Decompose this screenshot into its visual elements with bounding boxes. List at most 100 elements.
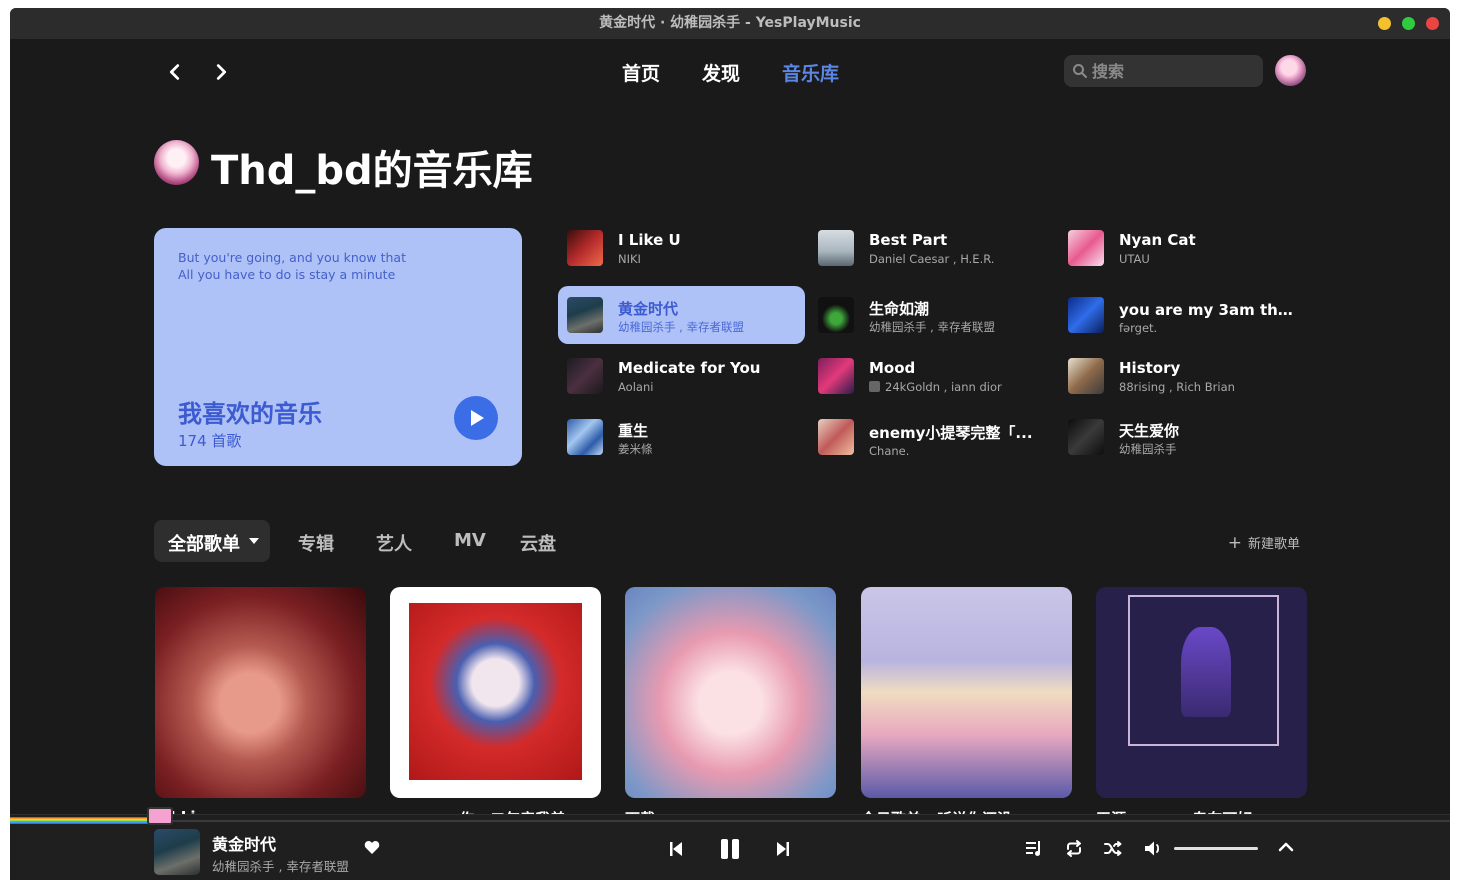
player-bar: 黄金时代 幼稚园杀手 , 幸存者联盟 <box>10 807 1450 880</box>
track-artist[interactable]: 88rising , Rich Brian <box>1119 380 1299 394</box>
album-artwork <box>409 603 582 780</box>
expand-lyrics-chevron-up-icon[interactable] <box>1278 841 1294 853</box>
track-cover <box>818 419 854 455</box>
tab-cloud-disk[interactable]: 云盘 <box>520 530 556 556</box>
track-artist[interactable]: Chane. <box>869 444 1049 458</box>
album-figure <box>1181 627 1231 717</box>
previous-track-icon[interactable] <box>669 841 683 857</box>
now-playing-artist[interactable]: 幼稚园杀手 , 幸存者联盟 <box>212 856 349 875</box>
track-cover <box>1068 358 1104 394</box>
pause-icon[interactable] <box>718 837 742 861</box>
track-item[interactable]: 生命如潮 幼稚园杀手 , 幸存者联盟 <box>809 286 1056 344</box>
now-playing-cover[interactable] <box>154 829 200 875</box>
track-item[interactable]: 天生爱你 幼稚园杀手 <box>1059 408 1306 466</box>
track-artist[interactable]: UTAU <box>1119 252 1299 266</box>
track-item[interactable]: Best Part Daniel Caesar , H.E.R. <box>809 219 1056 277</box>
tab-mv[interactable]: MV <box>454 530 486 551</box>
library-avatar <box>154 140 199 185</box>
explicit-icon <box>869 381 880 392</box>
tab-home[interactable]: 首页 <box>622 59 660 86</box>
track-cover <box>567 297 603 333</box>
playlist-cover[interactable] <box>625 587 836 798</box>
track-artist[interactable]: Daniel Caesar , H.E.R. <box>869 252 1049 266</box>
track-item[interactable]: you are my 3am thou... fərget. <box>1059 286 1306 344</box>
lyric-line: All you have to do is stay a minute <box>178 267 396 282</box>
next-track-icon[interactable] <box>776 841 790 857</box>
liked-songs-count: 174 首歌 <box>178 432 242 450</box>
play-icon <box>471 410 484 426</box>
title-bar: 黄金时代 · 幼稚园杀手 - YesPlayMusic <box>10 8 1450 39</box>
tab-all-playlists[interactable]: 全部歌单 <box>168 530 240 556</box>
tab-library[interactable]: 音乐库 <box>782 59 839 86</box>
track-cover <box>1068 230 1104 266</box>
track-artist[interactable]: fərget. <box>1119 321 1299 335</box>
track-item[interactable]: Mood 24kGoldn , iann dior <box>809 347 1056 405</box>
track-item-active[interactable]: 黄金时代 幼稚园杀手 , 幸存者联盟 <box>558 286 805 344</box>
nyan-cat-progress-handle[interactable] <box>147 807 173 825</box>
back-arrow-icon[interactable] <box>164 61 188 83</box>
track-name: Best Part <box>869 231 948 249</box>
window-title: 黄金时代 · 幼稚园杀手 - YesPlayMusic <box>599 15 861 31</box>
track-item[interactable]: History 88rising , Rich Brian <box>1059 347 1306 405</box>
track-name: I Like U <box>618 231 681 249</box>
tab-albums[interactable]: 专辑 <box>298 530 334 556</box>
search-icon <box>1073 64 1087 78</box>
progress-track[interactable] <box>150 820 1450 822</box>
track-cover <box>818 358 854 394</box>
liked-songs-card[interactable]: But you're going, and you know that All … <box>154 228 522 466</box>
track-artist[interactable]: Aolani <box>618 380 798 394</box>
track-name: Medicate for You <box>618 359 761 377</box>
track-name: 黄金时代 <box>618 300 679 318</box>
lyric-line: But you're going, and you know that <box>178 250 406 265</box>
track-item[interactable]: I Like U NIKI <box>558 219 805 277</box>
volume-icon[interactable] <box>1144 840 1164 857</box>
new-playlist-button[interactable]: + 新建歌单 <box>1228 533 1300 553</box>
track-item[interactable]: Nyan Cat UTAU <box>1059 219 1306 277</box>
heart-icon[interactable] <box>364 840 380 855</box>
user-avatar[interactable] <box>1275 55 1306 86</box>
playlist-cover[interactable] <box>861 587 1072 798</box>
play-liked-button[interactable] <box>454 396 498 440</box>
track-cover <box>818 230 854 266</box>
tab-artists[interactable]: 艺人 <box>376 530 412 556</box>
search-box[interactable] <box>1064 55 1263 87</box>
track-artist[interactable]: 幼稚园杀手 , 幸存者联盟 <box>618 319 798 335</box>
liked-songs-title: 我喜欢的音乐 <box>178 400 322 428</box>
track-artist[interactable]: 姜米條 <box>618 441 798 457</box>
repeat-icon[interactable] <box>1065 840 1083 857</box>
playlist-queue-icon[interactable] <box>1025 840 1043 857</box>
page-title: Thd_bd的音乐库 <box>211 148 533 194</box>
track-item[interactable]: Medicate for You Aolani <box>558 347 805 405</box>
track-cover <box>818 297 854 333</box>
track-artist[interactable]: NIKI <box>618 252 798 266</box>
track-name: History <box>1119 359 1181 377</box>
volume-slider[interactable] <box>1174 847 1258 850</box>
track-artist[interactable]: 幼稚园杀手 <box>1119 441 1299 457</box>
track-artist[interactable]: 幼稚园杀手 , 幸存者联盟 <box>869 319 1049 335</box>
forward-arrow-icon[interactable] <box>210 61 234 83</box>
playlist-cover[interactable] <box>390 587 601 798</box>
tab-discover[interactable]: 发现 <box>702 59 740 86</box>
track-item[interactable]: 重生 姜米條 <box>558 408 805 466</box>
track-cover <box>1068 297 1104 333</box>
track-name: Mood <box>869 359 916 377</box>
new-playlist-label: 新建歌单 <box>1247 537 1300 552</box>
track-item[interactable]: enemy小提琴完整「... Chane. <box>809 408 1056 466</box>
close-button[interactable] <box>1426 17 1439 30</box>
search-input[interactable] <box>1092 57 1252 85</box>
playlist-cover[interactable] <box>1096 587 1307 798</box>
track-artist[interactable]: 24kGoldn , iann dior <box>869 380 1049 394</box>
track-name: 生命如潮 <box>869 300 930 318</box>
top-nav: 首页 发现 音乐库 <box>10 39 1450 103</box>
playlist-cover[interactable] <box>155 587 366 798</box>
track-name: enemy小提琴完整「... <box>869 424 1033 442</box>
now-playing-title[interactable]: 黄金时代 <box>212 831 276 855</box>
maximize-button[interactable] <box>1402 17 1415 30</box>
caret-down-icon[interactable] <box>249 538 259 544</box>
minimize-button[interactable] <box>1378 17 1391 30</box>
shuffle-icon[interactable] <box>1104 840 1122 857</box>
track-name: 天生爱你 <box>1119 422 1180 440</box>
track-cover <box>567 419 603 455</box>
track-cover <box>567 358 603 394</box>
progress-bar[interactable] <box>10 817 150 824</box>
